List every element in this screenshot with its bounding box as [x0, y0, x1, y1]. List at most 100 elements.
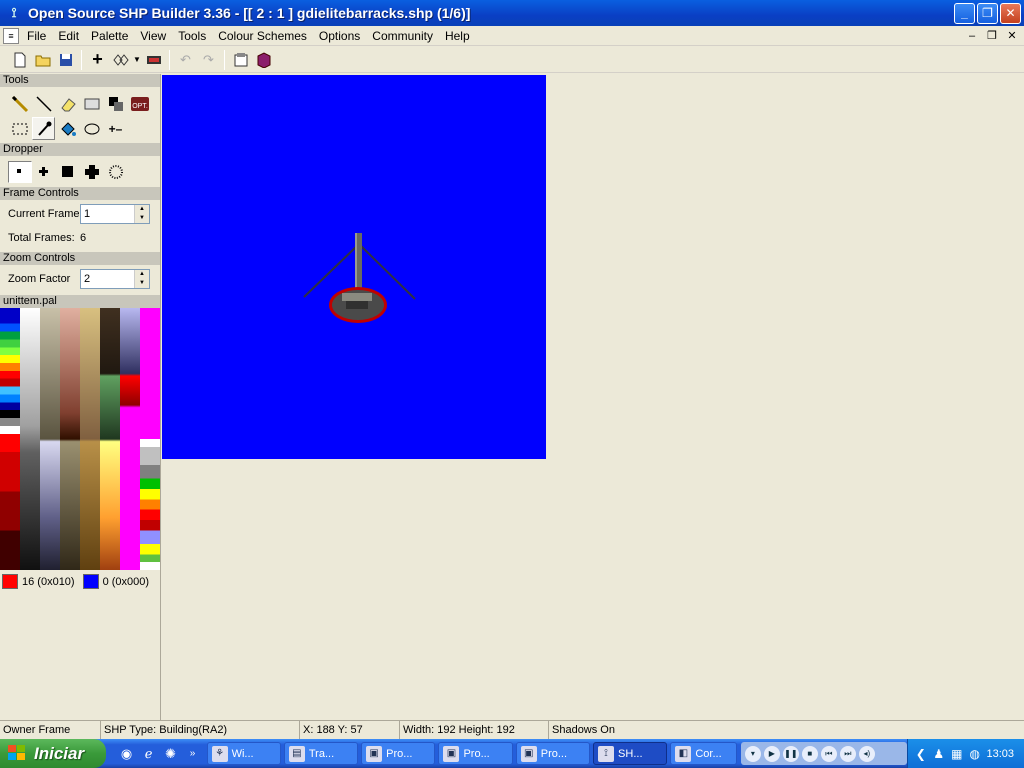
quick-launch-more-icon[interactable]: »: [182, 743, 204, 765]
preview-icon[interactable]: [109, 49, 132, 71]
spin-down-icon[interactable]: ▼: [135, 214, 149, 223]
mdi-minimize-icon[interactable]: –: [964, 29, 980, 43]
minimize-button[interactable]: _: [954, 2, 975, 24]
palette-column[interactable]: [140, 308, 160, 570]
media-menu-icon[interactable]: ▾: [744, 745, 761, 762]
menu-help[interactable]: Help: [439, 26, 476, 46]
media-play-icon[interactable]: ▶: [763, 745, 780, 762]
spin-up-icon[interactable]: ▲: [135, 205, 149, 214]
internet-explorer-icon[interactable]: ℯ: [138, 743, 160, 765]
darken-lighten-icon[interactable]: [104, 92, 127, 115]
current-frame-stepper[interactable]: 1 ▲ ▼: [80, 204, 150, 224]
task-button[interactable]: ⟟ SH...: [593, 742, 668, 765]
dropper-tool-icon[interactable]: [32, 117, 55, 140]
users-icon[interactable]: ♟: [930, 747, 948, 761]
drawing-canvas[interactable]: [162, 75, 546, 459]
pencil-icon[interactable]: [8, 92, 31, 115]
document-icon[interactable]: ≡: [3, 27, 19, 44]
primary-color-swatch[interactable]: [2, 574, 18, 589]
zoom-factor-value[interactable]: 2: [81, 270, 134, 288]
task-label: Wi...: [231, 747, 254, 760]
security-icon[interactable]: ◍: [966, 747, 984, 761]
dropdown-arrow-icon[interactable]: ▼: [132, 49, 142, 71]
menu-community[interactable]: Community: [366, 26, 439, 46]
start-button[interactable]: Iniciar: [0, 739, 106, 768]
dropper-size-3-icon[interactable]: [56, 161, 80, 183]
menu-options[interactable]: Options: [313, 26, 366, 46]
task-button[interactable]: ▤ Tra...: [283, 742, 359, 765]
color-palette[interactable]: [0, 308, 160, 570]
task-app-icon: ▣: [366, 745, 383, 762]
task-button[interactable]: ▣ Pro...: [515, 742, 591, 765]
new-file-icon[interactable]: [8, 49, 31, 71]
dropper-size-1-icon[interactable]: [8, 161, 32, 183]
status-dimensions: Width: 192 Height: 192: [400, 721, 549, 739]
eraser-icon[interactable]: [56, 92, 79, 115]
rectangle-tool-icon[interactable]: [80, 92, 103, 115]
open-folder-icon[interactable]: [31, 49, 54, 71]
menu-view[interactable]: View: [134, 26, 172, 46]
frame-strip-icon[interactable]: [142, 49, 165, 71]
menu-colour-schemes[interactable]: Colour Schemes: [212, 26, 313, 46]
brightness-tool-icon[interactable]: +–: [104, 117, 127, 140]
app-icon[interactable]: ⟟: [6, 5, 22, 21]
task-app-icon: ◧: [675, 745, 692, 762]
current-frame-arrows[interactable]: ▲ ▼: [134, 205, 149, 223]
mdi-restore-icon[interactable]: ❐: [984, 29, 1000, 43]
frame-controls-header: Frame Controls: [0, 187, 160, 200]
palette-column[interactable]: [20, 308, 40, 570]
windows-flag-icon: [8, 744, 28, 763]
title-bar[interactable]: ⟟ Open Source SHP Builder 3.36 - [[ 2 : …: [0, 0, 1024, 26]
add-frame-icon[interactable]: +: [86, 49, 109, 71]
clock[interactable]: 13:03: [986, 748, 1014, 760]
fill-bucket-icon[interactable]: [56, 117, 79, 140]
dropper-size-2-icon[interactable]: [32, 161, 56, 183]
mdi-close-icon[interactable]: ✕: [1004, 29, 1020, 43]
spin-down-icon[interactable]: ▼: [135, 279, 149, 288]
current-frame-value[interactable]: 1: [81, 205, 134, 223]
media-prev-icon[interactable]: ⏮: [820, 745, 837, 762]
maximize-button[interactable]: ❐: [977, 2, 998, 24]
task-button[interactable]: ▣ Pro...: [438, 742, 513, 765]
menu-file[interactable]: File: [21, 26, 52, 46]
palette-column[interactable]: [40, 308, 60, 570]
help-book-icon[interactable]: [252, 49, 275, 71]
palette-column[interactable]: [60, 308, 80, 570]
zoom-factor-arrows[interactable]: ▲ ▼: [134, 270, 149, 288]
secondary-color-swatch[interactable]: [82, 574, 99, 589]
spin-up-icon[interactable]: ▲: [135, 270, 149, 279]
task-button[interactable]: ▣ Pro...: [361, 742, 436, 765]
select-tool-icon[interactable]: [8, 117, 31, 140]
app-shortcut-icon[interactable]: ✺: [160, 743, 182, 765]
network-icon[interactable]: ▦: [948, 747, 966, 761]
undo-icon[interactable]: ↶: [174, 49, 197, 71]
task-button[interactable]: ⚘ Wi...: [206, 742, 281, 765]
dropper-spray-icon[interactable]: [104, 161, 128, 183]
menu-palette[interactable]: Palette: [85, 26, 134, 46]
palette-column[interactable]: [0, 308, 20, 570]
task-label: Pro...: [540, 747, 568, 760]
ellipse-tool-icon[interactable]: [80, 117, 103, 140]
dropper-size-4-icon[interactable]: [80, 161, 104, 183]
redo-icon[interactable]: ↷: [197, 49, 220, 71]
media-volume-icon[interactable]: ◂): [858, 745, 875, 762]
media-pause-icon[interactable]: ❚❚: [782, 745, 799, 762]
palette-column[interactable]: [120, 308, 140, 570]
status-coordinates: X: 188 Y: 57: [300, 721, 400, 739]
line-tool-icon[interactable]: [32, 92, 55, 115]
options-tool-icon[interactable]: OPT.: [128, 92, 151, 115]
close-button[interactable]: ✕: [1000, 2, 1021, 24]
media-stop-icon[interactable]: ■: [801, 745, 818, 762]
current-frame-row: Current Frame 1 ▲ ▼: [0, 202, 160, 226]
menu-edit[interactable]: Edit: [52, 26, 85, 46]
task-button[interactable]: ◧ Cor...: [670, 742, 737, 765]
save-icon[interactable]: [54, 49, 77, 71]
properties-icon[interactable]: [229, 49, 252, 71]
palette-column[interactable]: [80, 308, 100, 570]
menu-tools[interactable]: Tools: [172, 26, 212, 46]
media-next-icon[interactable]: ⏭: [839, 745, 856, 762]
tray-expand-icon[interactable]: ❮: [912, 747, 930, 761]
zoom-factor-stepper[interactable]: 2 ▲ ▼: [80, 269, 150, 289]
palette-column[interactable]: [100, 308, 120, 570]
media-player-icon[interactable]: ◉: [116, 743, 138, 765]
